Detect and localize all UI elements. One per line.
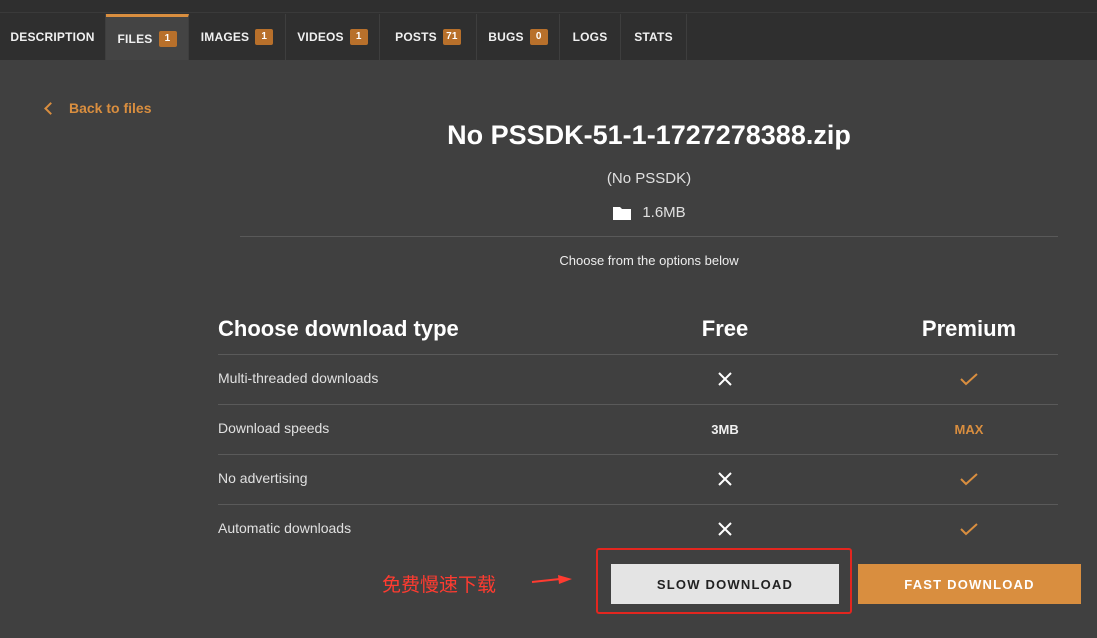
header-label: Choose download type — [218, 316, 459, 341]
cross-icon — [718, 522, 732, 536]
premium-cell — [904, 504, 1034, 554]
count-badge: 1 — [158, 30, 177, 47]
count-badge: 0 — [529, 29, 548, 45]
tab-bugs[interactable]: BUGS 0 — [477, 14, 560, 60]
back-to-files-link[interactable]: Back to files — [44, 100, 152, 116]
check-icon — [960, 373, 978, 386]
premium-cell — [904, 354, 1034, 404]
tab-images[interactable]: IMAGES 1 — [189, 14, 286, 60]
divider — [240, 236, 1058, 237]
premium-speed-value: MAX — [954, 421, 984, 437]
annotation-label: 免费慢速下载 — [382, 574, 497, 596]
free-cell — [658, 504, 792, 554]
table-row: Multi-threaded downloads — [218, 354, 1058, 404]
header-free: Free — [701, 316, 749, 341]
premium-cell: MAX — [904, 404, 1034, 454]
file-subtitle: (No PSSDK) — [606, 170, 692, 187]
tab-label: BUGS — [488, 30, 524, 44]
tab-files[interactable]: FILES 1 — [106, 14, 189, 60]
tab-label: DESCRIPTION — [10, 30, 95, 44]
count-badge: 1 — [255, 29, 274, 45]
cross-icon — [718, 372, 732, 386]
header-premium: Premium — [921, 316, 1017, 341]
feature-label: Download speeds — [218, 420, 330, 436]
premium-cell — [904, 454, 1034, 504]
tab-label: IMAGES — [200, 30, 250, 44]
download-type-table-header: Choose download type Free Premium — [218, 312, 1058, 352]
arrow-right-icon — [531, 575, 572, 584]
feature-label: No advertising — [218, 470, 308, 486]
fast-download-button[interactable]: FAST DOWNLOAD — [858, 564, 1081, 604]
chevron-left-icon — [44, 102, 57, 115]
file-size: 1.6MB — [642, 204, 686, 221]
folder-icon — [613, 206, 632, 220]
free-cell — [658, 454, 792, 504]
tab-videos[interactable]: VIDEOS 1 — [286, 14, 380, 60]
free-cell — [658, 354, 792, 404]
file-size-row: 1.6MB — [240, 204, 1058, 221]
free-speed-value: 3MB — [711, 421, 739, 437]
tab-label: LOGS — [572, 30, 608, 44]
table-row: Automatic downloads — [218, 504, 1058, 554]
tab-bar: DESCRIPTION FILES 1 IMAGES 1 VIDEOS 1 PO… — [0, 0, 1097, 60]
table-row: Download speeds 3MB MAX — [218, 404, 1058, 454]
tab-label: POSTS — [395, 30, 437, 44]
count-badge: 1 — [349, 29, 368, 45]
check-icon — [960, 523, 978, 536]
tab-logs[interactable]: LOGS — [560, 14, 621, 60]
tab-label: FILES — [117, 31, 153, 46]
tab-posts[interactable]: POSTS 71 — [380, 14, 477, 60]
file-title: No PSSDK-51-1-1727278388.zip — [447, 120, 851, 150]
back-link-label: Back to files — [69, 100, 152, 116]
tab-description[interactable]: DESCRIPTION — [0, 14, 106, 60]
tab-label: VIDEOS — [297, 30, 344, 44]
free-cell: 3MB — [658, 404, 792, 454]
tab-label: STATS — [634, 30, 673, 44]
table-row: No advertising — [218, 454, 1058, 504]
tab-bar-top-line — [0, 12, 1097, 13]
choose-instructions: Choose from the options below — [559, 253, 739, 268]
check-icon — [960, 473, 978, 486]
tab-stats[interactable]: STATS — [621, 14, 687, 60]
count-badge: 71 — [442, 29, 461, 45]
feature-label: Automatic downloads — [218, 520, 352, 536]
cross-icon — [718, 472, 732, 486]
feature-label: Multi-threaded downloads — [218, 370, 379, 386]
slow-download-button[interactable]: SLOW DOWNLOAD — [611, 564, 839, 604]
